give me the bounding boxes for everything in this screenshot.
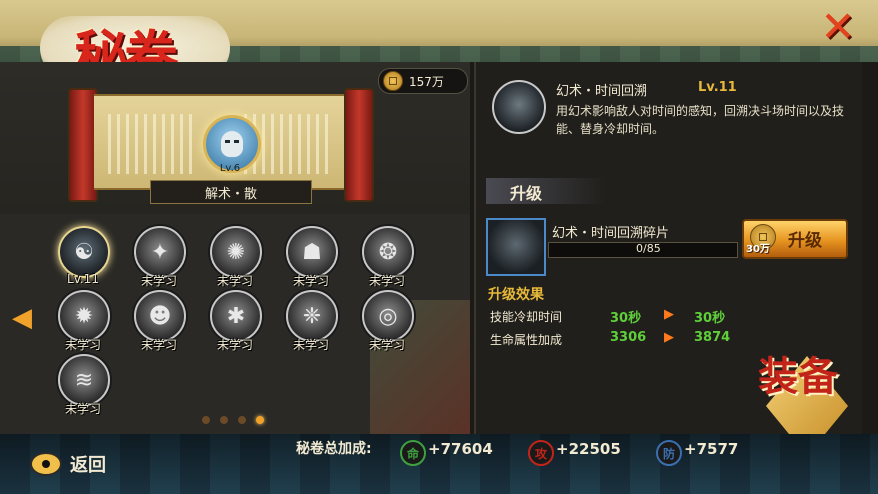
skill-slot[interactable]: ❂ 未学习	[360, 226, 414, 292]
skill-icon: ❂	[378, 239, 398, 265]
page-dot[interactable]	[256, 416, 264, 424]
skill-label: 未学习	[368, 274, 405, 288]
effect-label: 技能冷却时间	[490, 310, 563, 324]
stat-badge-hp: 命	[400, 440, 426, 466]
skill-icon: ☗	[302, 239, 322, 265]
skill-slot[interactable]: ✱ 未学习	[208, 290, 262, 356]
selected-skill-level: Lv.11	[698, 80, 737, 95]
skill-icon: ✱	[226, 303, 246, 329]
stat-value-attack: +22505	[556, 440, 621, 458]
upgrade-cost: 30万	[746, 244, 770, 255]
skill-icon: ✺	[226, 239, 246, 265]
skill-label: 未学习	[216, 274, 253, 288]
currency-display: 157万	[378, 68, 468, 94]
skill-icon: ☯	[74, 239, 94, 265]
skill-slot[interactable]: ✺ 未学习	[208, 226, 262, 292]
scroll-name: 解术・散	[150, 180, 312, 204]
effect-old-value: 30秒	[610, 311, 642, 326]
effect-label: 生命属性加成	[490, 333, 563, 347]
skill-icon: ❈	[302, 303, 322, 329]
skill-slot[interactable]: ☯ Lv.11	[56, 226, 110, 292]
back-eye-icon	[30, 452, 62, 476]
currency-value: 157万	[409, 74, 444, 89]
effect-old-value: 3306	[610, 330, 647, 345]
skill-icon: ✹	[74, 303, 94, 329]
fragment-name: 幻术・时间回溯碎片	[552, 226, 670, 241]
page-dot[interactable]	[220, 416, 228, 424]
coin-icon	[383, 71, 403, 91]
skill-label: 未学习	[368, 338, 405, 352]
skill-label: 未学习	[292, 338, 329, 352]
selected-skill-icon	[492, 80, 546, 134]
arrow-right-icon: ▶	[664, 307, 674, 322]
upgrade-header-banner	[486, 178, 606, 204]
skill-slot[interactable]: ☗ 未学习	[284, 226, 338, 292]
selected-skill-name: 幻术・时间回溯	[556, 84, 648, 99]
stat-value-hp: +77604	[428, 440, 493, 458]
skill-label: 未学习	[216, 338, 253, 352]
skill-slot[interactable]: ≋ 未学习	[56, 354, 110, 420]
upgrade-effect-title: 升级效果	[488, 287, 544, 303]
total-bonus-label: 秘卷总加成:	[296, 441, 372, 457]
page-dot[interactable]	[202, 416, 210, 424]
page-dot[interactable]	[238, 416, 246, 424]
skill-slot[interactable]: ☻ 未学习	[132, 290, 186, 356]
back-label: 返回	[70, 455, 106, 476]
skill-slot[interactable]: ✦ 未学习	[132, 226, 186, 292]
effect-new-value: 30秒	[694, 311, 726, 326]
skill-icon: ☻	[148, 303, 172, 329]
skill-label: 未学习	[64, 338, 101, 352]
skill-label: 未学习	[64, 402, 101, 416]
back-button[interactable]: 返回	[30, 448, 130, 480]
close-x-icon: ✕	[820, 1, 856, 51]
stat-badge-defense: 防	[656, 440, 682, 466]
upgrade-button-label: 升级	[788, 231, 822, 251]
equip-label: 装备	[758, 353, 838, 400]
page-indicator	[202, 414, 272, 426]
skill-icon: ◎	[378, 303, 398, 329]
effect-new-value: 3874	[694, 330, 731, 345]
fragment-icon[interactable]	[486, 218, 546, 276]
skill-label: 未学习	[140, 274, 177, 288]
skill-label: 未学习	[292, 274, 329, 288]
skill-slot[interactable]: ◎ 未学习	[360, 290, 414, 356]
skill-slot[interactable]: ✹ 未学习	[56, 290, 110, 356]
skill-slot[interactable]: ❈ 未学习	[284, 290, 338, 356]
close-button[interactable]: ✕	[812, 1, 864, 51]
skill-label: Lv.11	[67, 272, 99, 286]
arrow-right-icon: ▶	[664, 330, 674, 345]
stat-value-defense: +7577	[684, 440, 739, 458]
fragment-count: 0/85	[636, 242, 661, 255]
scroll-level: Lv.6	[219, 163, 241, 174]
stat-badge-attack: 攻	[528, 440, 554, 466]
upgrade-title: 升级	[510, 184, 543, 203]
skill-icon: ✦	[150, 239, 170, 265]
selected-skill-description: 用幻术影响敌人对时间的感知，回溯决斗场时间以及技能、替身冷却时间。	[556, 104, 845, 136]
skill-icon: ≋	[74, 367, 94, 393]
prev-page-arrow-icon[interactable]: ◀	[12, 304, 34, 332]
skill-label: 未学习	[140, 338, 177, 352]
